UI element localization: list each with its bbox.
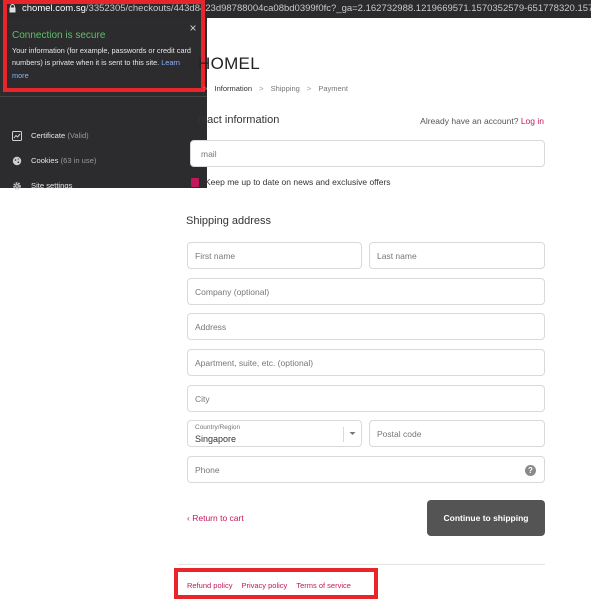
certificate-label: Certificate xyxy=(31,131,66,140)
cookies-label: Cookies xyxy=(31,156,59,165)
terms-of-service-link[interactable]: Terms of service xyxy=(296,581,351,590)
chevron-down-icon xyxy=(349,432,356,435)
certificate-status: (Valid) xyxy=(67,131,89,140)
shipping-heading: Shipping address xyxy=(186,215,272,227)
brand-logo: HOMEL xyxy=(198,54,260,73)
lock-icon[interactable] xyxy=(9,4,16,13)
breadcrumb-payment: Payment xyxy=(318,84,348,93)
postal-code-field[interactable] xyxy=(369,420,545,447)
email-field[interactable] xyxy=(190,140,545,167)
phone-input[interactable] xyxy=(188,457,544,482)
login-link[interactable]: Log in xyxy=(521,116,544,126)
account-prompt: Already have an account? Log in xyxy=(420,116,544,126)
first-name-input[interactable] xyxy=(188,243,361,268)
phone-field[interactable]: ? xyxy=(187,456,545,483)
apartment-field[interactable] xyxy=(187,349,545,376)
address-field[interactable] xyxy=(187,313,545,340)
connection-secure-message: Your information (for example, passwords… xyxy=(12,45,197,82)
privacy-policy-link[interactable]: Privacy policy xyxy=(241,581,287,590)
newsletter-label: Keep me up to date on news and exclusive… xyxy=(205,177,391,187)
certificate-icon xyxy=(12,131,22,141)
popup-divider xyxy=(0,96,207,97)
url-text: chomel.com.sg/3352305/checkouts/443d8423… xyxy=(22,0,591,18)
postal-code-input[interactable] xyxy=(370,421,544,446)
account-prompt-text: Already have an account? xyxy=(420,116,519,126)
breadcrumb-shipping: Shipping xyxy=(270,84,300,93)
refund-policy-link[interactable]: Refund policy xyxy=(187,581,232,590)
select-divider xyxy=(343,427,344,442)
help-icon[interactable]: ? xyxy=(525,465,536,476)
city-field[interactable] xyxy=(187,385,545,412)
close-icon[interactable]: × xyxy=(187,22,199,34)
breadcrumb-separator: > xyxy=(306,84,312,93)
breadcrumb-separator: > xyxy=(259,84,264,93)
company-input[interactable] xyxy=(188,279,544,304)
city-input[interactable] xyxy=(188,386,544,411)
cookie-icon xyxy=(12,156,22,166)
first-name-field[interactable] xyxy=(187,242,362,269)
address-bar[interactable]: chomel.com.sg/3352305/checkouts/443d8423… xyxy=(0,0,591,18)
company-field[interactable] xyxy=(187,278,545,305)
newsletter-checkbox[interactable] xyxy=(191,178,199,187)
continue-to-shipping-button[interactable]: Continue to shipping xyxy=(427,500,545,536)
last-name-input[interactable] xyxy=(370,243,544,268)
return-to-cart-link[interactable]: ‹ Return to cart xyxy=(187,513,244,523)
url-path: /3352305/checkouts/443d8423d98788004ca08… xyxy=(85,3,591,14)
connection-secure-title: Connection is secure xyxy=(12,30,106,41)
breadcrumb-information: Information xyxy=(214,84,253,93)
cookies-count: (63 in use) xyxy=(60,156,97,165)
return-to-cart-label: Return to cart xyxy=(192,513,244,523)
footer-divider xyxy=(178,564,545,565)
site-info-popup: × Connection is secure Your information … xyxy=(0,18,207,190)
address-input[interactable] xyxy=(188,314,544,339)
chevron-left-icon: ‹ xyxy=(187,513,190,523)
apartment-input[interactable] xyxy=(188,350,544,375)
footer-links: Refund policy Privacy policy Terms of serv… xyxy=(187,581,360,590)
contact-heading: ntact information xyxy=(198,114,280,126)
country-select[interactable]: Country/Region Singapore xyxy=(187,420,362,447)
country-value: Singapore xyxy=(195,434,237,444)
gear-icon xyxy=(13,182,21,190)
url-host: chomel.com.sg xyxy=(22,3,86,14)
site-settings-label: Site settings xyxy=(31,181,73,190)
email-input[interactable] xyxy=(191,141,544,166)
breadcrumb-separator: > xyxy=(203,84,208,93)
last-name-field[interactable] xyxy=(369,242,545,269)
breadcrumb: > Information > Shipping > Payment xyxy=(198,84,348,93)
country-label: Country/Region xyxy=(195,424,241,431)
